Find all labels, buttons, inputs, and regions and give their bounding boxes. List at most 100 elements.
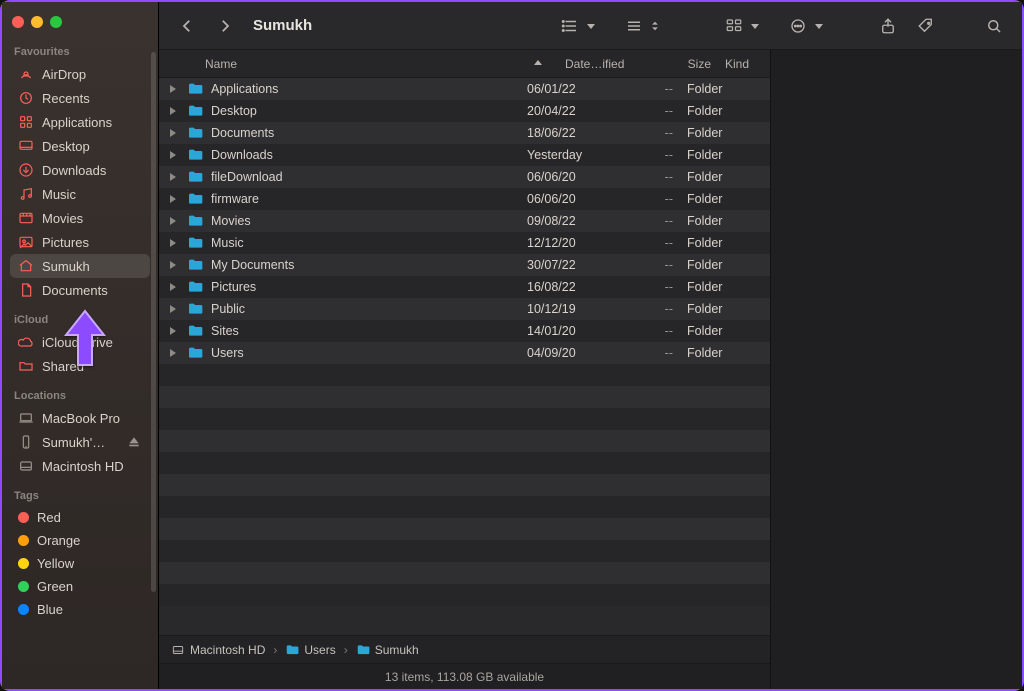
sidebar-item-documents[interactable]: Documents xyxy=(10,278,150,302)
folder-icon xyxy=(187,323,203,339)
column-header-date[interactable]: Date…ified xyxy=(565,57,645,71)
sidebar-item-sumukh-[interactable]: Sumukh'… xyxy=(10,430,150,454)
file-date: 10/12/19 xyxy=(527,302,607,316)
chevron-right-icon[interactable] xyxy=(167,281,179,293)
sharedfolder-icon xyxy=(18,358,34,374)
sidebar-item-icloud-drive[interactable]: iCloud Drive xyxy=(10,330,150,354)
file-row[interactable]: Documents 18/06/22 -- Folder xyxy=(159,122,770,144)
home-icon xyxy=(18,258,34,274)
file-row[interactable]: Desktop 20/04/22 -- Folder xyxy=(159,100,770,122)
folder-icon xyxy=(187,257,203,273)
sidebar-item-shared[interactable]: Shared xyxy=(10,354,150,378)
chevron-right-icon[interactable] xyxy=(167,237,179,249)
sidebar-item-downloads[interactable]: Downloads xyxy=(10,158,150,182)
sidebar-item-yellow[interactable]: Yellow xyxy=(10,552,150,575)
sidebar-item-music[interactable]: Music xyxy=(10,182,150,206)
chevron-right-icon[interactable] xyxy=(167,193,179,205)
clock-icon xyxy=(18,90,34,106)
path-segment[interactable]: Macintosh HD xyxy=(171,643,265,657)
minimize-button[interactable] xyxy=(31,16,43,28)
zoom-button[interactable] xyxy=(50,16,62,28)
chevron-right-icon[interactable] xyxy=(167,347,179,359)
tags-button[interactable] xyxy=(912,14,940,38)
sidebar-item-macbook-pro[interactable]: MacBook Pro xyxy=(10,406,150,430)
action-menu-button[interactable] xyxy=(784,14,824,38)
file-row[interactable]: Movies 09/08/22 -- Folder xyxy=(159,210,770,232)
sidebar-item-applications[interactable]: Applications xyxy=(10,110,150,134)
search-button[interactable] xyxy=(980,14,1008,38)
file-date: 06/01/22 xyxy=(527,82,607,96)
group-by-button[interactable] xyxy=(556,14,596,38)
sidebar-item-blue[interactable]: Blue xyxy=(10,598,150,621)
file-row[interactable]: firmware 06/06/20 -- Folder xyxy=(159,188,770,210)
chevron-right-icon[interactable] xyxy=(167,149,179,161)
tag-dot-icon xyxy=(18,604,29,615)
sidebar-item-pictures[interactable]: Pictures xyxy=(10,230,150,254)
laptop-icon xyxy=(18,410,34,426)
file-row[interactable]: My Documents 30/07/22 -- Folder xyxy=(159,254,770,276)
file-date: 18/06/22 xyxy=(527,126,607,140)
chevron-right-icon[interactable] xyxy=(167,105,179,117)
close-button[interactable] xyxy=(12,16,24,28)
forward-button[interactable] xyxy=(211,14,239,38)
sidebar-item-macintosh-hd[interactable]: Macintosh HD xyxy=(10,454,150,478)
path-segment[interactable]: Users xyxy=(285,643,335,657)
sidebar-item-label: Sumukh'… xyxy=(42,435,105,450)
sidebar-scrollbar[interactable] xyxy=(151,52,156,592)
file-size: -- xyxy=(607,236,687,250)
path-bar[interactable]: Macintosh HD›Users›Sumukh xyxy=(159,635,770,663)
sidebar-item-sumukh[interactable]: Sumukh xyxy=(10,254,150,278)
music-icon xyxy=(18,186,34,202)
folder-icon xyxy=(187,103,203,119)
file-row[interactable]: fileDownload 06/06/20 -- Folder xyxy=(159,166,770,188)
file-row[interactable]: Music 12/12/20 -- Folder xyxy=(159,232,770,254)
display-options-button[interactable] xyxy=(720,14,760,38)
file-list[interactable]: Applications 06/01/22 -- Folder Desktop … xyxy=(159,78,770,635)
sidebar-item-label: iCloud Drive xyxy=(42,335,113,350)
file-row[interactable]: Public 10/12/19 -- Folder xyxy=(159,298,770,320)
file-kind: Folder xyxy=(687,324,770,338)
file-row[interactable]: Users 04/09/20 -- Folder xyxy=(159,342,770,364)
sidebar-item-label: Yellow xyxy=(37,556,74,571)
tag-dot-icon xyxy=(18,558,29,569)
chevron-right-icon[interactable] xyxy=(167,325,179,337)
sidebar-item-movies[interactable]: Movies xyxy=(10,206,150,230)
sidebar-item-label: Sumukh xyxy=(42,259,90,274)
chevron-right-icon[interactable] xyxy=(167,303,179,315)
sidebar-item-green[interactable]: Green xyxy=(10,575,150,598)
file-row[interactable]: Applications 06/01/22 -- Folder xyxy=(159,78,770,100)
file-size: -- xyxy=(607,302,687,316)
sidebar-item-recents[interactable]: Recents xyxy=(10,86,150,110)
sidebar-item-label: Music xyxy=(42,187,76,202)
file-date: 30/07/22 xyxy=(527,258,607,272)
finder-window: FavouritesAirDropRecentsApplicationsDesk… xyxy=(0,0,1024,691)
preview-pane xyxy=(770,50,1022,689)
file-size: -- xyxy=(607,170,687,184)
path-segment[interactable]: Sumukh xyxy=(356,643,419,657)
view-options-button[interactable] xyxy=(620,14,660,38)
window-title: Sumukh xyxy=(253,17,312,34)
sidebar-item-desktop[interactable]: Desktop xyxy=(10,134,150,158)
file-row[interactable]: Pictures 16/08/22 -- Folder xyxy=(159,276,770,298)
chevron-right-icon[interactable] xyxy=(167,83,179,95)
file-name: My Documents xyxy=(211,258,294,272)
share-button[interactable] xyxy=(874,14,902,38)
file-row[interactable]: Downloads Yesterday -- Folder xyxy=(159,144,770,166)
sidebar-item-label: Macintosh HD xyxy=(42,459,124,474)
chevron-right-icon[interactable] xyxy=(167,171,179,183)
chevron-right-icon[interactable] xyxy=(167,215,179,227)
file-row[interactable]: Sites 14/01/20 -- Folder xyxy=(159,320,770,342)
sidebar-item-red[interactable]: Red xyxy=(10,506,150,529)
column-header-size[interactable]: Size xyxy=(645,57,725,71)
main-panel: Sumukh xyxy=(159,2,1022,689)
toolbar: Sumukh xyxy=(159,2,1022,50)
back-button[interactable] xyxy=(173,14,201,38)
chevron-right-icon[interactable] xyxy=(167,127,179,139)
sidebar-item-airdrop[interactable]: AirDrop xyxy=(10,62,150,86)
sidebar-item-orange[interactable]: Orange xyxy=(10,529,150,552)
eject-icon[interactable] xyxy=(126,434,142,450)
folder-icon xyxy=(187,125,203,141)
column-headers[interactable]: Name Date…ified Size Kind xyxy=(159,50,770,78)
sidebar-item-label: Recents xyxy=(42,91,90,106)
chevron-right-icon[interactable] xyxy=(167,259,179,271)
